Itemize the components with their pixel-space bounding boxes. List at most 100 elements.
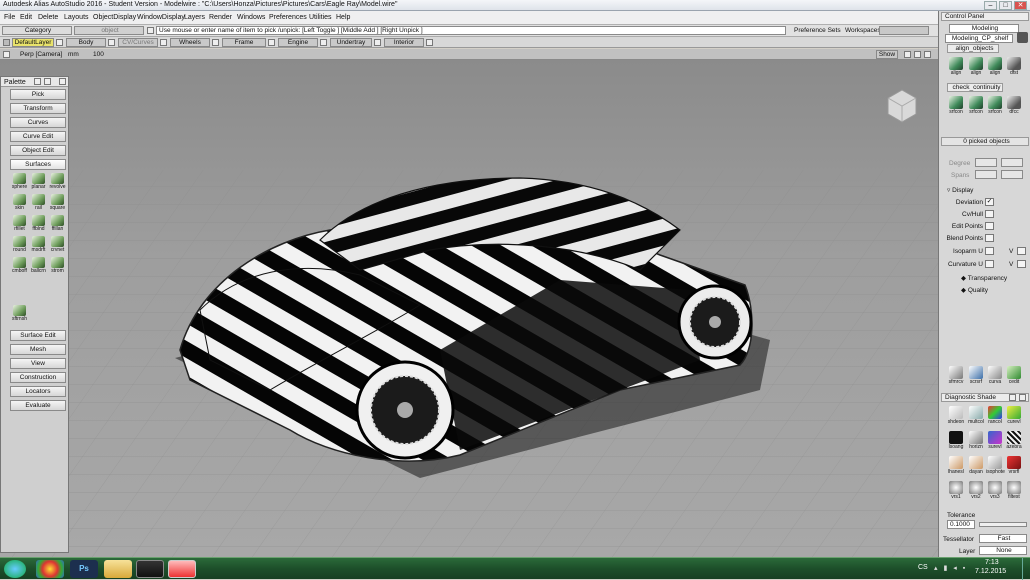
- layer-undertray[interactable]: Undertray: [330, 38, 372, 47]
- layer-default-visibility[interactable]: [56, 39, 63, 46]
- layer-frame[interactable]: Frame: [222, 38, 266, 47]
- cedit-tool[interactable]: cedit: [1005, 366, 1023, 386]
- menu-layouts[interactable]: Layouts: [64, 14, 89, 21]
- mode-dropdown[interactable]: Modeling: [949, 24, 1019, 33]
- phone-app-icon[interactable]: [136, 560, 164, 578]
- menu-file[interactable]: File: [4, 14, 15, 21]
- blend-points-checkbox[interactable]: [985, 234, 994, 242]
- srfcon-tool-3[interactable]: srfcon: [986, 96, 1004, 116]
- layer-menu-icon[interactable]: [3, 39, 10, 46]
- tray-icons[interactable]: ▴ ▮ ◂ ▪: [934, 564, 974, 573]
- diagnostic-option[interactable]: [1009, 394, 1016, 401]
- layer-undertray-visibility[interactable]: [374, 39, 381, 46]
- vrs1-tool[interactable]: vrs1: [947, 481, 965, 501]
- menu-windowdisplay[interactable]: WindowDisplay: [137, 14, 185, 21]
- palette-object-edit-button[interactable]: Object Edit: [10, 145, 66, 156]
- menu-windows[interactable]: Windows: [237, 14, 265, 21]
- tessellator-dropdown[interactable]: Fast: [979, 534, 1027, 543]
- quality-section[interactable]: ◆ Quality: [961, 286, 988, 294]
- spans-field-1[interactable]: [975, 170, 997, 179]
- msdrft-tool[interactable]: msdrft: [30, 236, 47, 254]
- viewport-option-1[interactable]: [904, 51, 911, 58]
- rail-tool[interactable]: rail: [30, 194, 47, 212]
- align-tool-1[interactable]: align: [947, 57, 965, 77]
- curvature-u-checkbox[interactable]: [985, 260, 994, 268]
- edit-points-checkbox[interactable]: [985, 222, 994, 230]
- cmboff-tool[interactable]: cmboff: [11, 257, 28, 275]
- palette-option-1[interactable]: [34, 78, 41, 85]
- crvnet-tool[interactable]: crvnet: [49, 236, 66, 254]
- cvhull-checkbox[interactable]: [985, 210, 994, 218]
- degree-field-2[interactable]: [1001, 158, 1023, 167]
- layer-body[interactable]: Body: [66, 38, 106, 47]
- planar-tool[interactable]: planar: [30, 173, 47, 191]
- spans-field-2[interactable]: [1001, 170, 1023, 179]
- chrome-icon[interactable]: [36, 560, 64, 578]
- round-tool[interactable]: round: [11, 236, 28, 254]
- curvature-v-checkbox[interactable]: [1017, 260, 1026, 268]
- rfillet-tool[interactable]: rfillet: [11, 215, 28, 233]
- dfst-tool[interactable]: dfst: [1005, 57, 1023, 77]
- square-tool[interactable]: square: [49, 194, 66, 212]
- tray-date[interactable]: 7.12.2015: [975, 568, 1006, 575]
- show-button[interactable]: Show: [876, 50, 898, 59]
- rancol-tool[interactable]: rancol: [986, 406, 1004, 426]
- diagnostic-close[interactable]: [1019, 394, 1026, 401]
- vrs3-tool[interactable]: vrs3: [986, 481, 1004, 501]
- isoparm-v-checkbox[interactable]: [1017, 247, 1026, 255]
- trash-icon[interactable]: [1017, 32, 1028, 43]
- layer-body-visibility[interactable]: [108, 39, 115, 46]
- file-explorer-icon[interactable]: [104, 560, 132, 578]
- menu-preferences[interactable]: Preferences: [269, 14, 307, 21]
- palette-surface-edit-button[interactable]: Surface Edit: [10, 330, 66, 341]
- lhanesl-tool[interactable]: lhanesl: [947, 456, 965, 476]
- ballcrn-tool[interactable]: ballcrn: [30, 257, 47, 275]
- close-button[interactable]: ✕: [1014, 1, 1027, 10]
- vrsrfl-tool[interactable]: vrsrfl: [1005, 456, 1023, 476]
- layer-frame-visibility[interactable]: [268, 39, 275, 46]
- menu-objectdisplay[interactable]: ObjectDisplay: [93, 14, 136, 21]
- multcol-tool[interactable]: multcol: [967, 406, 985, 426]
- ffillan-tool[interactable]: ffillan: [49, 215, 66, 233]
- alias-app-icon[interactable]: [168, 560, 196, 578]
- palette-transform-button[interactable]: Transform: [10, 103, 66, 114]
- menu-delete[interactable]: Delete: [38, 14, 58, 21]
- revolve-tool[interactable]: revolve: [49, 173, 66, 191]
- palette-construction-button[interactable]: Construction: [10, 372, 66, 383]
- curevl-tool[interactable]: curevl: [1005, 406, 1023, 426]
- viewport-menu-icon[interactable]: [3, 51, 10, 58]
- menu-help[interactable]: Help: [336, 14, 350, 21]
- transparency-section[interactable]: ◆ Transparency: [961, 274, 1007, 282]
- viewport-canvas[interactable]: [0, 60, 938, 557]
- azebra-tool[interactable]: azebra: [1005, 431, 1023, 451]
- strom-tool[interactable]: strom: [49, 257, 66, 275]
- dfcc-tool[interactable]: dfcc: [1005, 96, 1023, 116]
- palette-mesh-button[interactable]: Mesh: [10, 344, 66, 355]
- align-tool-3[interactable]: align: [986, 57, 1004, 77]
- prompt-toggle[interactable]: [147, 27, 154, 34]
- align-tool-2[interactable]: align: [967, 57, 985, 77]
- horizn-tool[interactable]: horizn: [967, 431, 985, 451]
- viewport-option-2[interactable]: [914, 51, 921, 58]
- palette-evaluate-button[interactable]: Evaluate: [10, 400, 66, 411]
- tray-time[interactable]: 7:13: [985, 559, 999, 566]
- perspective-viewport[interactable]: [0, 60, 938, 557]
- layer-engine-visibility[interactable]: [320, 39, 327, 46]
- menu-utilities[interactable]: Utilities: [309, 14, 332, 21]
- palette-curve-edit-button[interactable]: Curve Edit: [10, 131, 66, 142]
- srfcon-tool-1[interactable]: srfcon: [947, 96, 965, 116]
- photoshop-icon[interactable]: Ps: [70, 560, 98, 578]
- minimize-button[interactable]: –: [984, 1, 997, 10]
- lsoang-tool[interactable]: lsoang: [947, 431, 965, 451]
- degree-field-1[interactable]: [975, 158, 997, 167]
- layer-wheels-visibility[interactable]: [212, 39, 219, 46]
- surevl-tool[interactable]: surevl: [986, 431, 1004, 451]
- tolerance-input[interactable]: 0.1000: [947, 520, 975, 529]
- skin-tool[interactable]: skin: [11, 194, 28, 212]
- shdeon-tool[interactable]: shdeon: [947, 406, 965, 426]
- layer-interior-visibility[interactable]: [426, 39, 433, 46]
- sfmrcv-tool[interactable]: sfmrcv: [947, 366, 965, 386]
- tray-language[interactable]: CS: [918, 564, 928, 571]
- curva-tool[interactable]: curva: [986, 366, 1004, 386]
- layer-cv-visibility[interactable]: [160, 39, 167, 46]
